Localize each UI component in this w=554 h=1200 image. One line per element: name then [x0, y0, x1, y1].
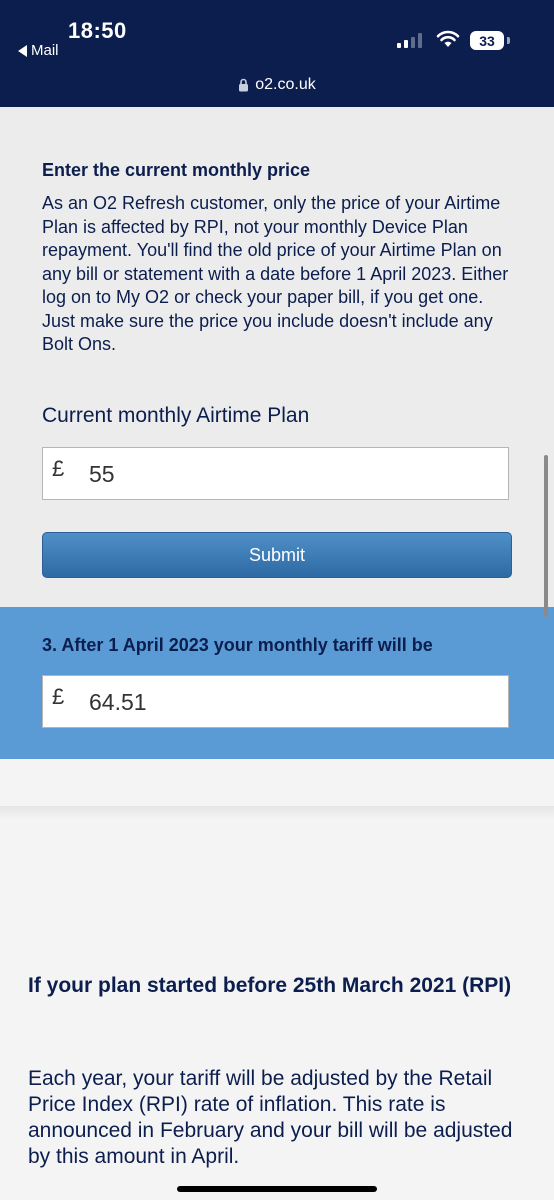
cellular-signal-icon [397, 32, 422, 48]
wifi-icon [436, 30, 460, 47]
battery-tip [507, 37, 510, 44]
form-heading: Enter the current monthly price [42, 160, 311, 180]
form-description: As an O2 Refresh customer, only the pric… [42, 193, 509, 354]
lock-icon [239, 78, 249, 92]
back-to-mail-button[interactable]: Mail [18, 42, 59, 59]
section-divider [0, 806, 554, 820]
price-form-section: Enter the current monthly price As an O2… [0, 107, 554, 607]
browser-top-bar: 18:50 Mail 33 o2.co.uk [0, 0, 554, 107]
back-arrow-icon [18, 44, 27, 57]
airtime-plan-input[interactable]: £ 55 [42, 447, 509, 500]
back-label: Mail [31, 42, 59, 59]
airtime-plan-label: Current monthly Airtime Plan [42, 404, 310, 427]
address-bar[interactable]: o2.co.uk [0, 76, 554, 94]
result-section: 3. After 1 April 2023 your monthly tarif… [0, 607, 554, 759]
rpi-info-heading: If your plan started before 25th March 2… [28, 974, 512, 997]
battery-indicator: 33 [470, 31, 504, 50]
airtime-plan-value: 55 [89, 461, 115, 487]
currency-symbol: £ [52, 456, 65, 481]
home-indicator[interactable] [177, 1186, 377, 1192]
rpi-info-text: Each year, your tariff will be adjusted … [28, 1067, 513, 1168]
url-text: o2.co.uk [255, 76, 316, 93]
scrollbar[interactable] [544, 455, 548, 617]
result-currency-symbol: £ [52, 684, 65, 709]
new-tariff-output: £ 64.51 [42, 675, 509, 728]
submit-button[interactable]: Submit [42, 532, 512, 578]
result-title: 3. After 1 April 2023 your monthly tarif… [42, 635, 433, 655]
status-time: 18:50 [68, 18, 127, 43]
new-tariff-value: 64.51 [89, 689, 147, 715]
